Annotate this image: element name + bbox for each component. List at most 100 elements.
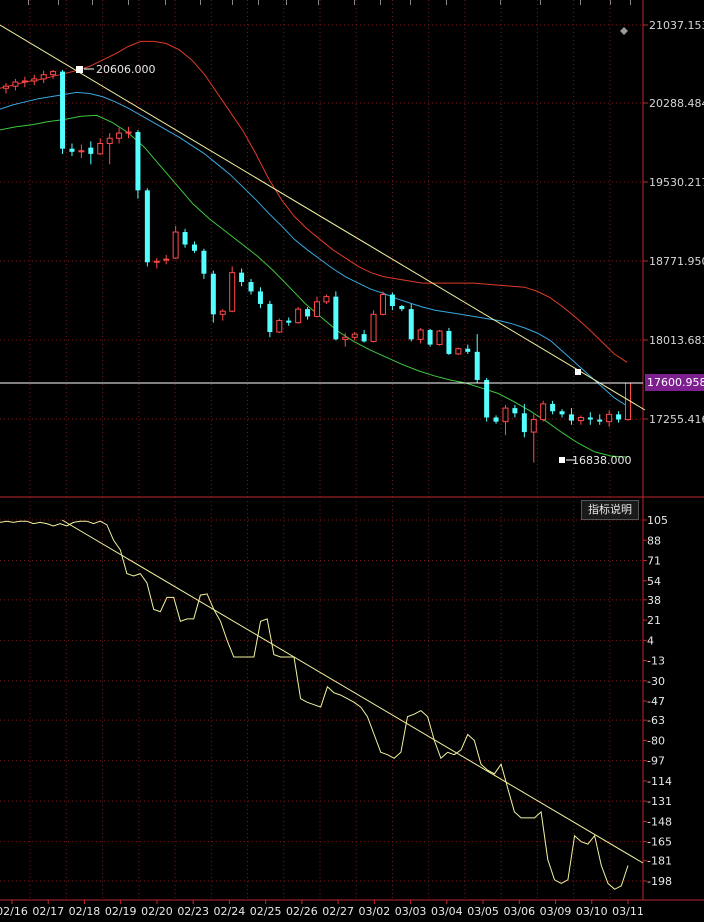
date-tick-label: 02/16 <box>0 905 28 918</box>
candle <box>540 400 547 422</box>
diamond-icon <box>620 27 628 35</box>
high-price-label: 20606.000 <box>96 63 156 76</box>
oscillator-tick-label: 71 <box>647 555 661 568</box>
candle <box>60 69 66 154</box>
lower-band-line <box>0 114 628 458</box>
candle <box>559 409 565 418</box>
candle <box>389 292 395 311</box>
candle <box>465 344 471 354</box>
candle <box>314 296 320 318</box>
candle <box>31 74 38 86</box>
candle <box>172 225 179 260</box>
candle <box>97 138 104 155</box>
candle <box>40 70 47 84</box>
candlesticks <box>3 69 631 463</box>
date-tick-label: 02/26 <box>286 905 318 918</box>
oscillator-tick-label: 4 <box>647 634 654 647</box>
candle <box>267 300 273 338</box>
candle <box>135 129 141 199</box>
candle <box>239 268 245 287</box>
indicator-explanation-button[interactable]: 指标说明 <box>581 500 639 520</box>
date-tick-label: 02/23 <box>177 905 209 918</box>
oscillator-tick-label: -131 <box>647 795 672 808</box>
candle <box>12 78 19 91</box>
candle <box>568 408 574 425</box>
oscillator-tick-label: -63 <box>647 714 665 727</box>
price-trend-line <box>0 24 646 411</box>
candle <box>163 254 170 265</box>
current-price-badge: 17600.958 <box>645 374 704 391</box>
candle <box>455 347 462 355</box>
candle <box>201 248 207 279</box>
candle <box>144 188 150 267</box>
trend-lines <box>0 24 646 864</box>
candle <box>399 304 405 312</box>
candle <box>21 76 28 88</box>
oscillator-series-line <box>0 520 629 890</box>
date-tick-label: 02/18 <box>69 905 101 918</box>
oscillator-tick-label: -47 <box>647 695 665 708</box>
candle <box>88 141 94 165</box>
date-tick-label: 02/20 <box>141 905 173 918</box>
price-tick-label: 17255.416 <box>649 413 704 426</box>
candle <box>436 329 443 346</box>
oscillator-tick-label: -30 <box>647 675 665 688</box>
candle <box>295 307 302 324</box>
candle <box>474 334 480 384</box>
middle-band-line <box>0 91 628 407</box>
candle <box>191 241 197 253</box>
oscillator-tick-label: 88 <box>647 534 661 547</box>
candle <box>182 228 188 248</box>
oscillator-tick-label: 54 <box>647 575 661 588</box>
oscillator-tick-label: -181 <box>647 855 672 868</box>
oscillator-trend-line <box>61 519 644 864</box>
date-tick-label: 02/24 <box>214 905 246 918</box>
date-tick-label: 03/09 <box>540 905 572 918</box>
candle <box>125 126 132 139</box>
price-axis: 21037.153 20288.484 19530.217 18771.950 1801… <box>643 19 704 426</box>
candle <box>616 411 622 423</box>
date-tick-label: 02/19 <box>105 905 137 918</box>
candle <box>550 400 556 415</box>
oscillator-tick-label: -198 <box>647 875 672 888</box>
candle <box>106 133 113 165</box>
date-tick-label: 03/05 <box>467 905 499 918</box>
price-tick-label: 18771.950 <box>649 255 704 268</box>
oscillator-line <box>0 520 629 890</box>
oscillator-tick-label: -148 <box>647 815 672 828</box>
candle <box>379 291 386 316</box>
candle <box>361 329 367 343</box>
candle <box>276 318 283 334</box>
candle <box>210 270 216 323</box>
date-tick-label: 03/03 <box>395 905 427 918</box>
date-tick-label: 03/06 <box>503 905 535 918</box>
trend-endpoint-marker <box>575 369 581 375</box>
oscillator-tick-label: -165 <box>647 836 672 849</box>
candle <box>229 266 236 313</box>
candle <box>333 291 339 341</box>
date-tick-label: 03/02 <box>359 905 391 918</box>
candle <box>305 307 311 320</box>
candle <box>417 327 424 344</box>
candle <box>78 144 85 159</box>
candle <box>257 287 263 309</box>
candle <box>323 294 330 304</box>
candle <box>351 332 358 341</box>
date-tick-label: 02/25 <box>250 905 282 918</box>
candle <box>50 69 57 79</box>
price-tick-label: 21037.153 <box>649 19 704 32</box>
candle <box>530 414 537 463</box>
upper-band-line <box>0 40 628 363</box>
candle <box>370 310 377 343</box>
date-tick-label: 03/10 <box>576 905 608 918</box>
candle <box>248 278 254 295</box>
candle <box>597 414 603 425</box>
candle <box>484 377 490 422</box>
chart-frame <box>0 0 704 901</box>
candle <box>502 404 509 436</box>
candle <box>3 83 9 94</box>
candle <box>606 410 613 427</box>
grid-lines <box>0 0 643 900</box>
date-tick-label: 03/04 <box>431 905 463 918</box>
price-tick-label: 19530.217 <box>649 176 704 189</box>
